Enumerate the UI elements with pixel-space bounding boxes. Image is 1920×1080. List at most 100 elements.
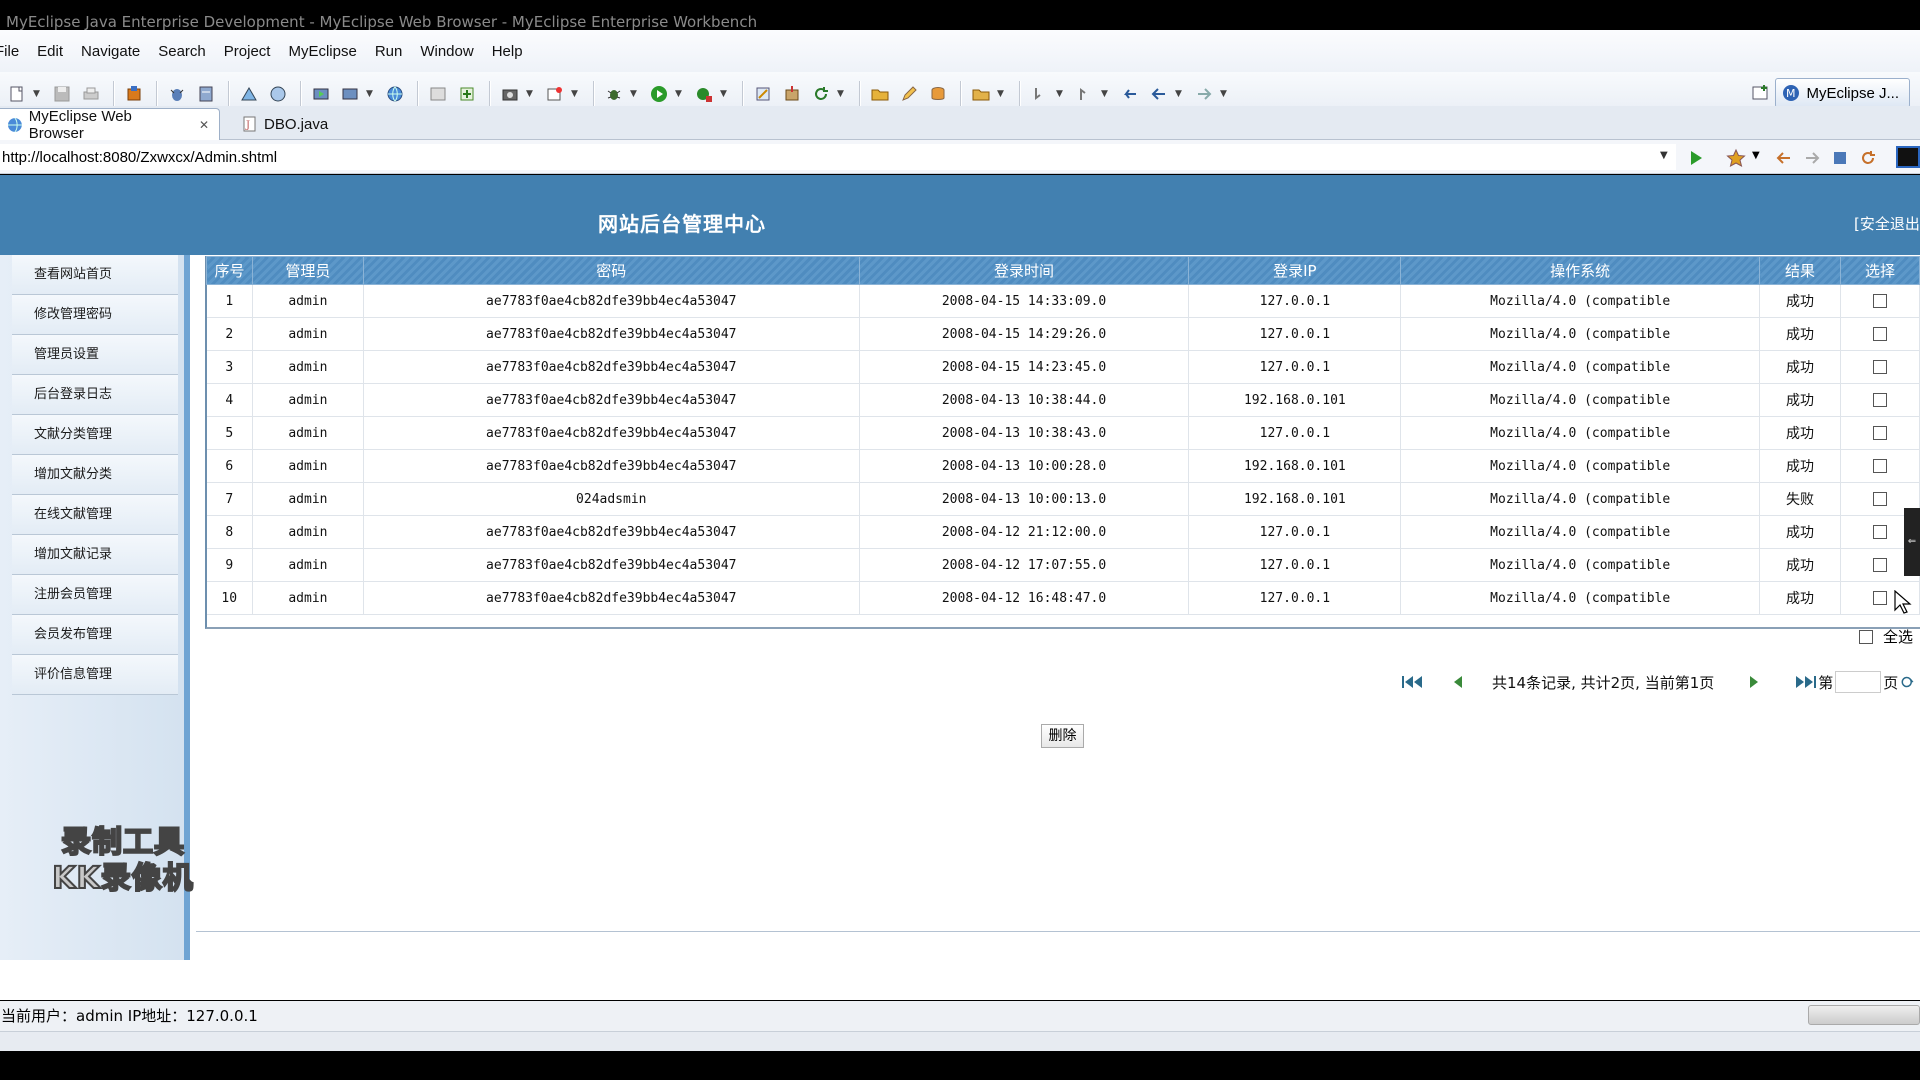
last-edit-icon[interactable] — [1117, 81, 1143, 107]
sidebar-item-add-category[interactable]: 增加文献分类 — [12, 455, 178, 495]
forward-icon[interactable] — [1802, 148, 1822, 168]
save-icon[interactable] — [49, 81, 75, 107]
undeploy-icon[interactable] — [265, 81, 291, 107]
menu-run[interactable]: Run — [366, 30, 412, 74]
side-panel-handle[interactable]: ⇐ — [1904, 508, 1920, 576]
open-perspective-icon[interactable] — [1752, 84, 1770, 102]
row-checkbox[interactable] — [1873, 426, 1887, 440]
new-class-icon[interactable] — [750, 81, 776, 107]
sidebar-item-add-document[interactable]: 增加文献记录 — [12, 535, 178, 575]
page-number-input[interactable] — [1835, 671, 1882, 693]
print-icon[interactable] — [78, 81, 104, 107]
new-wizard-icon[interactable] — [542, 81, 568, 107]
open-type-icon[interactable] — [425, 81, 451, 107]
menu-edit[interactable]: Edit — [28, 30, 72, 74]
select-all[interactable]: 全选 — [1859, 626, 1913, 647]
server-start-icon[interactable] — [308, 81, 334, 107]
bookmark-icon[interactable] — [1726, 148, 1746, 168]
next-annotation-dropdown-icon[interactable]: ▼ — [1056, 89, 1066, 99]
package-icon[interactable] — [121, 81, 147, 107]
url-history-dropdown-icon[interactable]: ▼ — [1660, 150, 1668, 161]
stop-icon[interactable] — [1830, 148, 1850, 168]
sidebar-item-change-password[interactable]: 修改管理密码 — [12, 295, 178, 335]
menu-file[interactable]: File — [0, 30, 28, 74]
bookmark-dropdown-icon[interactable]: ▼ — [1752, 150, 1760, 161]
prev-annotation-dropdown-icon[interactable]: ▼ — [1101, 89, 1111, 99]
delete-button[interactable]: 删除 — [1041, 724, 1084, 748]
deploy-icon[interactable] — [236, 81, 262, 107]
next-page-icon[interactable] — [1742, 673, 1766, 691]
external-tools-dropdown-icon[interactable]: ▼ — [720, 89, 730, 99]
row-checkbox[interactable] — [1873, 327, 1887, 341]
tab-web-browser[interactable]: MyEclipse Web Browser ✕ — [0, 108, 220, 142]
menu-window[interactable]: Window — [411, 30, 482, 74]
camera-icon[interactable] — [497, 81, 523, 107]
open-folder-icon[interactable] — [867, 81, 893, 107]
browser-menu-icon[interactable] — [1896, 146, 1920, 168]
refresh-icon[interactable] — [808, 81, 834, 107]
row-checkbox[interactable] — [1873, 360, 1887, 374]
debug-icon[interactable] — [601, 81, 627, 107]
sidebar-item-view-home[interactable]: 查看网站首页 — [12, 255, 178, 295]
bug-icon[interactable] — [164, 81, 190, 107]
edit-icon[interactable] — [896, 81, 922, 107]
perspective-switcher[interactable]: M MyEclipse J... — [1775, 78, 1910, 108]
tab-dbo-java[interactable]: J DBO.java — [232, 108, 338, 140]
select-all-checkbox[interactable] — [1859, 629, 1873, 644]
back-icon[interactable] — [1774, 148, 1794, 168]
sidebar-item-category-manage[interactable]: 文献分类管理 — [12, 415, 178, 455]
forward-icon[interactable] — [1191, 81, 1217, 107]
new-icon[interactable] — [4, 81, 30, 107]
last-page-icon[interactable] — [1794, 673, 1818, 691]
prev-annotation-icon[interactable] — [1072, 81, 1098, 107]
menu-help[interactable]: Help — [483, 30, 532, 74]
menu-project[interactable]: Project — [215, 30, 280, 74]
row-checkbox[interactable] — [1873, 591, 1887, 605]
row-checkbox[interactable] — [1873, 558, 1887, 572]
run-dropdown-icon[interactable]: ▼ — [675, 89, 685, 99]
perspective-folder-dropdown-icon[interactable]: ▼ — [997, 89, 1007, 99]
row-checkbox[interactable] — [1873, 492, 1887, 506]
sidebar-item-admin-settings[interactable]: 管理员设置 — [12, 335, 178, 375]
server-icon[interactable] — [193, 81, 219, 107]
row-checkbox[interactable] — [1873, 459, 1887, 473]
refresh-dropdown-icon[interactable]: ▼ — [837, 89, 847, 99]
sidebar-item-member-posts[interactable]: 会员发布管理 — [12, 615, 178, 655]
new-web-project-icon[interactable] — [454, 81, 480, 107]
go-page-icon[interactable] — [1900, 673, 1918, 691]
row-checkbox[interactable] — [1873, 525, 1887, 539]
close-icon[interactable]: ✕ — [199, 118, 209, 132]
go-icon[interactable] — [1686, 148, 1706, 168]
new-package-icon[interactable] — [779, 81, 805, 107]
new-dropdown-icon[interactable]: ▼ — [33, 89, 43, 99]
row-checkbox[interactable] — [1873, 294, 1887, 308]
server-dropdown-icon[interactable]: ▼ — [366, 89, 376, 99]
debug-dropdown-icon[interactable]: ▼ — [630, 89, 640, 99]
back-dropdown-icon[interactable]: ▼ — [1175, 89, 1185, 99]
prev-page-icon[interactable] — [1446, 673, 1470, 691]
sidebar-item-login-log[interactable]: 后台登录日志 — [12, 375, 178, 415]
menu-navigate[interactable]: Navigate — [72, 30, 149, 74]
back-icon[interactable] — [1146, 81, 1172, 107]
sidebar-item-review-manage[interactable]: 评价信息管理 — [12, 655, 178, 695]
camera-dropdown-icon[interactable]: ▼ — [526, 89, 536, 99]
url-input[interactable] — [0, 144, 1676, 170]
logout-link[interactable]: [安全退出 — [1854, 213, 1920, 234]
refresh-icon[interactable] — [1858, 148, 1878, 168]
server-stop-icon[interactable] — [337, 81, 363, 107]
db-icon[interactable] — [925, 81, 951, 107]
globe-icon[interactable] — [382, 81, 408, 107]
forward-dropdown-icon[interactable]: ▼ — [1220, 89, 1230, 99]
first-page-icon[interactable] — [1400, 673, 1424, 691]
new-wizard-dropdown-icon[interactable]: ▼ — [571, 89, 581, 99]
sidebar-item-document-manage[interactable]: 在线文献管理 — [12, 495, 178, 535]
next-annotation-icon[interactable] — [1027, 81, 1053, 107]
run-icon[interactable] — [646, 81, 672, 107]
menu-search[interactable]: Search — [149, 30, 215, 74]
sidebar-item-member-manage[interactable]: 注册会员管理 — [12, 575, 178, 615]
menu-myeclipse[interactable]: MyEclipse — [279, 30, 365, 74]
horizontal-scrollbar[interactable] — [1808, 1005, 1920, 1025]
external-tools-icon[interactable] — [691, 81, 717, 107]
row-checkbox[interactable] — [1873, 393, 1887, 407]
perspective-folder-icon[interactable] — [968, 81, 994, 107]
